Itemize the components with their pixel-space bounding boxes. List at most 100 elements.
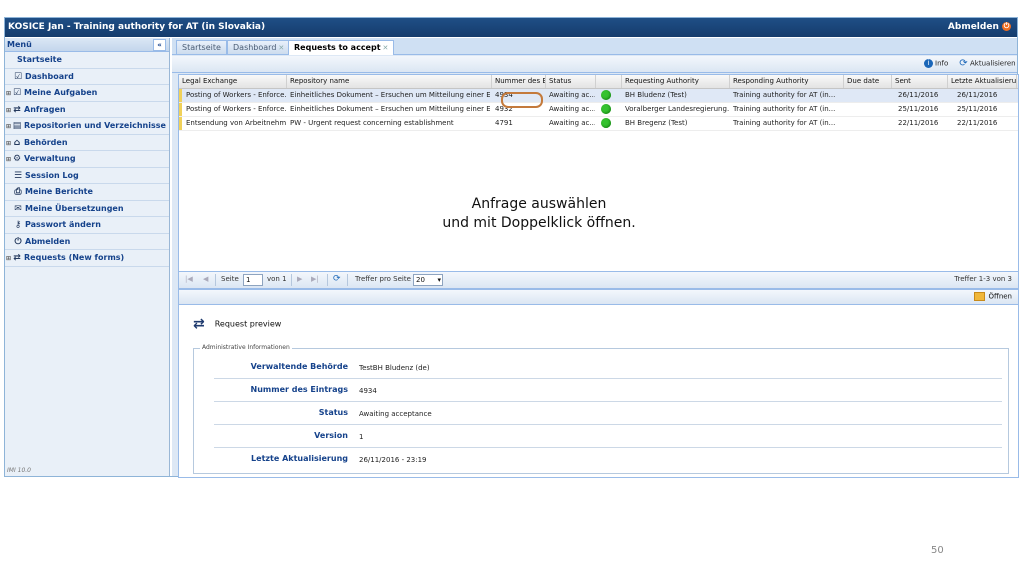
column-header[interactable]: Responding Authority <box>730 75 844 88</box>
field-label: Nummer des Eintrags <box>250 385 348 394</box>
slide-number: 50 <box>931 545 944 556</box>
cell-repository: Einheitliches Dokument – Ersuchen um Mit… <box>290 91 490 99</box>
sidebar-item-label: Meine Aufgaben <box>24 88 98 97</box>
column-header[interactable] <box>596 75 622 88</box>
sidebar-item-requests-new-forms[interactable]: ⊞ ⇄ Requests (New forms) <box>5 250 169 267</box>
refresh-icon[interactable]: ⟳ <box>333 274 341 284</box>
sidebar-item-meine-aufgaben[interactable]: ⊞ ☑ Meine Aufgaben <box>5 85 169 102</box>
column-header[interactable]: Legal Exchange <box>179 75 287 88</box>
info-label: Info <box>935 59 949 68</box>
cell-legal-exchange: Posting of Workers - Enforce... <box>186 105 286 113</box>
sidebar-item-label: Anfragen <box>24 104 66 114</box>
detail-panel: Öffnen ⇄ Request preview Administrative I… <box>178 289 1019 478</box>
field-value: TestBH Bludenz (de) <box>359 364 430 372</box>
instruction-overlay: Anfrage auswählen und mit Doppelklick öf… <box>389 195 689 233</box>
collapse-sidebar-icon[interactable]: « <box>153 39 166 51</box>
sidebar-item-behoerden[interactable]: ⊞ ⌂ Behörden <box>5 135 169 151</box>
sidebar: Menü « Startseite ☑ Dashboard ⊞ ☑ Meine Auf… <box>5 38 170 476</box>
page-input[interactable]: 1 <box>243 274 263 286</box>
table-row[interactable]: Posting of Workers - Enforce... Einheitl… <box>179 89 1018 103</box>
instruction-line-1: Anfrage auswählen <box>471 196 607 212</box>
per-page-select[interactable]: 20 ▾ <box>413 274 443 286</box>
cell-due-date <box>844 117 891 130</box>
exchange-arrows-icon: ⇄ <box>13 104 21 115</box>
table-row[interactable]: Entsendung von Arbeitnehm... PW - Urgent… <box>179 117 1018 131</box>
folder-icon <box>974 292 986 301</box>
tab-startseite[interactable]: Startseite <box>176 40 227 54</box>
cell-repository: PW - Urgent request concerning establish… <box>290 119 454 127</box>
tab-label: Startseite <box>182 43 221 52</box>
field-row: Status Awaiting acceptance <box>214 403 1002 425</box>
sidebar-item-label: Startseite <box>17 55 62 64</box>
sidebar-item-label: Repositorien und Verzeichnisse <box>24 121 166 130</box>
column-header[interactable]: Status <box>546 75 596 88</box>
field-label: Version <box>314 431 348 440</box>
sidebar-item-meine-berichte[interactable]: ⎙ Meine Berichte <box>5 184 169 201</box>
pagination-bar: |◀ ◀ Seite 1 von 1 ▶ ▶| ⟳ Treffer pro Se… <box>178 271 1019 289</box>
cell-sent: 25/11/2016 <box>898 105 939 113</box>
field-row: Version 1 <box>214 426 1002 448</box>
chevron-down-icon: ▾ <box>437 276 441 284</box>
sidebar-item-label: Passwort ändern <box>25 220 101 229</box>
cell-updated: 26/11/2016 <box>957 91 998 99</box>
tab-dashboard[interactable]: Dashboard ✕ <box>227 40 291 54</box>
sidebar-item-label: Meine Übersetzungen <box>25 203 124 213</box>
sidebar-item-label: Meine Berichte <box>25 187 93 196</box>
column-header[interactable]: Repository name <box>287 75 492 88</box>
cell-updated: 22/11/2016 <box>957 119 998 127</box>
refresh-label: Aktualisieren <box>970 59 1016 68</box>
field-label: Verwaltende Behörde <box>250 362 348 371</box>
request-preview-heading: ⇄ Request preview <box>193 316 281 332</box>
exchange-arrows-icon: ⇄ <box>13 253 21 263</box>
refresh-button[interactable]: ⟳ Aktualisieren <box>959 59 1016 69</box>
open-button[interactable]: Öffnen <box>974 292 1012 301</box>
tab-requests-to-accept[interactable]: Requests to accept ✕ <box>288 40 395 55</box>
sidebar-item-anfragen[interactable]: ⊞ ⇄ Anfragen <box>5 102 169 118</box>
cell-responding-authority: Training authority for AT (in... <box>733 91 836 99</box>
sidebar-item-repositorien[interactable]: ⊞ ▤ Repositorien und Verzeichnisse <box>5 118 169 135</box>
cell-requesting-authority: BH Bludenz (Test) <box>625 91 687 99</box>
sidebar-item-verwaltung[interactable]: ⊞ ⚙ Verwaltung <box>5 151 169 168</box>
exchange-arrows-icon: ⇄ <box>193 316 205 332</box>
open-label: Öffnen <box>988 292 1012 301</box>
instruction-line-2: und mit Doppelklick öffnen. <box>442 215 636 231</box>
section-legend: Administrative Informationen <box>200 344 292 351</box>
first-page-icon[interactable]: |◀ <box>185 275 193 283</box>
sidebar-item-session-log[interactable]: ☰ Session Log <box>5 168 169 184</box>
table-row[interactable]: Posting of Workers - Enforce... Einheitl… <box>179 103 1018 117</box>
highlight-circle <box>501 92 543 108</box>
column-header[interactable]: Sent <box>892 75 948 88</box>
sidebar-item-abmelden[interactable]: ⏻ Abmelden <box>5 234 169 250</box>
info-icon: i <box>924 59 933 68</box>
close-icon[interactable]: ✕ <box>383 44 389 52</box>
cell-number: 4791 <box>495 119 513 127</box>
sidebar-item-label: Requests (New forms) <box>24 253 125 262</box>
sidebar-item-startseite[interactable]: Startseite <box>5 52 169 69</box>
close-icon[interactable]: ✕ <box>278 44 284 52</box>
logout-button[interactable]: Abmelden ⏻ <box>948 22 1011 32</box>
preview-label: Request preview <box>214 319 282 329</box>
column-header[interactable]: Nummer des Ei <box>492 75 546 88</box>
sidebar-item-dashboard[interactable]: ☑ Dashboard <box>5 69 169 85</box>
cell-due-date <box>844 89 891 102</box>
field-value: 4934 <box>359 387 377 395</box>
cell-status: Awaiting ac... <box>549 91 595 99</box>
next-page-icon[interactable]: ▶ <box>297 275 302 283</box>
field-value: 1 <box>359 433 364 441</box>
sidebar-item-label: Verwaltung <box>24 154 76 163</box>
column-header[interactable]: Requesting Authority <box>622 75 730 88</box>
sidebar-header: Menü « <box>5 38 169 52</box>
version-label: IMI 10.0 <box>7 467 31 474</box>
list-icon: ☰ <box>13 170 23 181</box>
admin-info-section: Administrative Informationen Verwaltende… <box>193 344 1009 474</box>
info-button[interactable]: i Info <box>924 59 948 68</box>
column-header[interactable]: Due date <box>844 75 892 88</box>
field-row: Nummer des Eintrags 4934 <box>214 380 1002 402</box>
sidebar-item-meine-uebersetzungen[interactable]: ✉ Meine Übersetzungen <box>5 201 169 217</box>
app-window: KOSICE Jan - Training authority for AT (… <box>4 17 1019 478</box>
cell-status: Awaiting ac... <box>549 105 595 113</box>
column-header[interactable]: Letzte Aktualisieru <box>948 75 1017 88</box>
last-page-icon[interactable]: ▶| <box>311 275 319 283</box>
prev-page-icon[interactable]: ◀ <box>203 275 208 283</box>
sidebar-item-passwort[interactable]: ⚷ Passwort ändern <box>5 217 169 234</box>
